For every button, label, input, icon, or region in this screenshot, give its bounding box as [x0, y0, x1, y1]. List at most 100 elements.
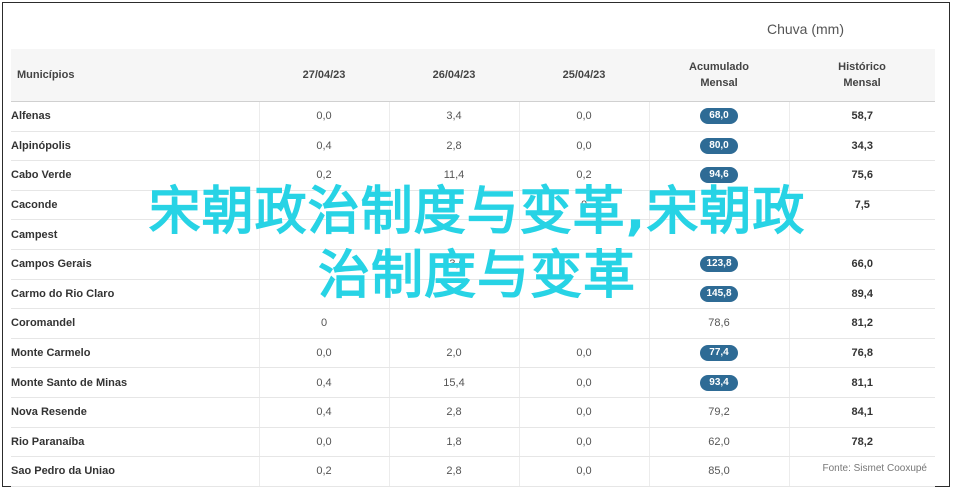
cell-date-1: 0,2 — [258, 456, 389, 487]
cell-date-1: 0,4 — [258, 131, 389, 162]
cell-date-2: 2,8 — [388, 131, 519, 162]
cell-municipio: Nova Resende — [11, 397, 259, 428]
cell-date-1: 0,2 — [258, 160, 389, 191]
cell-acumulado: 62,0 — [648, 427, 789, 458]
cell-municipio: Sao Pedro da Uniao — [11, 456, 259, 487]
cell-date-1: 0 — [258, 308, 389, 339]
cell-date-1: 0,0 — [258, 101, 389, 132]
table-header-row: Municípios 27/04/23 26/04/23 25/04/23 Ac… — [11, 49, 935, 102]
header-historico-line1: Histórico — [838, 61, 886, 73]
table-row: Nova Resende 0,4 2,8 0,0 79,2 84,1 — [11, 397, 935, 428]
cell-date-3: 0,0 — [518, 131, 649, 162]
cell-date-2: 3,4 — [388, 101, 519, 132]
table-row: Campos Gerais 13,0 123,8 66,0 — [11, 249, 935, 280]
cell-date-3: 0,2 — [518, 160, 649, 191]
cell-acumulado: 68,0 — [648, 101, 789, 132]
cell-date-3 — [518, 219, 649, 250]
cell-date-2 — [388, 279, 519, 310]
cell-acumulado: 94,6 — [648, 160, 789, 191]
header-acumulado: Acumulado Mensal — [649, 49, 789, 102]
acumulado-badge: 123,8 — [700, 256, 738, 273]
cell-date-3: 0,0 — [518, 456, 649, 487]
cell-date-2 — [388, 190, 519, 221]
cell-date-1 — [258, 219, 389, 250]
cell-municipio: Coromandel — [11, 308, 259, 339]
cell-acumulado: 85,0 — [648, 456, 789, 487]
table-row: Caconde 0 7,5 — [11, 190, 935, 221]
cell-historico: 34,3 — [788, 131, 935, 162]
cell-date-1 — [258, 249, 389, 280]
cell-date-1: 0,4 — [258, 367, 389, 398]
source-note: Fonte: Sismet Cooxupé — [822, 463, 928, 474]
table-row: Alpinópolis 0,4 2,8 0,0 80,0 34,3 — [11, 131, 935, 162]
acumulado-badge: 80,0 — [700, 137, 738, 154]
cell-date-2: 2,0 — [388, 338, 519, 369]
acumulado-badge: 145,8 — [700, 285, 738, 302]
cell-date-2: 13,0 — [388, 249, 519, 280]
table-row: Coromandel 0 78,6 81,2 — [11, 308, 935, 339]
cell-date-2: 2,8 — [388, 456, 519, 487]
cell-historico: 58,7 — [788, 101, 935, 132]
cell-date-1: 0,4 — [258, 397, 389, 428]
cell-date-2: 11,4 — [388, 160, 519, 191]
table-row: Cabo Verde 0,2 11,4 0,2 94,6 75,6 — [11, 160, 935, 191]
cell-historico: 89,4 — [788, 279, 935, 310]
table-row: Campest — [11, 219, 935, 250]
cell-municipio: Cabo Verde — [11, 160, 259, 191]
cell-date-3: 0,0 — [518, 427, 649, 458]
header-date-3: 25/04/23 — [519, 49, 649, 102]
cell-date-3 — [518, 249, 649, 280]
cell-date-3: 0,0 — [518, 397, 649, 428]
cell-date-3 — [518, 279, 649, 310]
cell-acumulado: 80,0 — [648, 131, 789, 162]
header-municipios: Municípios — [11, 49, 259, 102]
chart-frame: Chuva (mm) Municípios 27/04/23 26/04/23 … — [2, 2, 950, 487]
cell-date-2 — [388, 308, 519, 339]
cell-historico — [788, 219, 935, 250]
cell-acumulado: 77,4 — [648, 338, 789, 369]
cell-acumulado: 145,8 — [648, 279, 789, 310]
table-body: Alfenas 0,0 3,4 0,0 68,0 58,7 Alpinópolis 0,4 2,… — [11, 101, 935, 487]
header-acumulado-line2: Mensal — [700, 77, 738, 89]
cell-date-1 — [258, 190, 389, 221]
cell-municipio: Alfenas — [11, 101, 259, 132]
cell-acumulado: 123,8 — [648, 249, 789, 280]
cell-acumulado — [648, 219, 789, 250]
cell-historico: 75,6 — [788, 160, 935, 191]
cell-municipio: Campest — [11, 219, 259, 250]
header-historico-line2: Mensal — [843, 77, 881, 89]
table-row: Monte Santo de Minas 0,4 15,4 0,0 93,4 81,1 — [11, 367, 935, 398]
cell-acumulado: 93,4 — [648, 367, 789, 398]
cell-municipio: Monte Santo de Minas — [11, 367, 259, 398]
cell-date-2: 1,8 — [388, 427, 519, 458]
cell-date-3: 0,0 — [518, 101, 649, 132]
cell-historico: 84,1 — [788, 397, 935, 428]
header-date-2: 26/04/23 — [389, 49, 519, 102]
table-row: Rio Paranaíba 0,0 1,8 0,0 62,0 78,2 — [11, 427, 935, 458]
rainfall-table: Municípios 27/04/23 26/04/23 25/04/23 Ac… — [11, 49, 935, 487]
cell-date-3: 0,0 — [518, 338, 649, 369]
acumulado-badge: 94,6 — [700, 167, 738, 184]
cell-date-2: 15,4 — [388, 367, 519, 398]
cell-date-1 — [258, 279, 389, 310]
table-row: Sao Pedro da Uniao 0,2 2,8 0,0 85,0 — [11, 456, 935, 487]
acumulado-badge: 68,0 — [700, 108, 738, 125]
cell-municipio: Caconde — [11, 190, 259, 221]
table-row: Alfenas 0,0 3,4 0,0 68,0 58,7 — [11, 101, 935, 132]
cell-historico: 7,5 — [788, 190, 935, 221]
cell-date-2: 2,8 — [388, 397, 519, 428]
cell-historico: 81,2 — [788, 308, 935, 339]
cell-date-3 — [518, 308, 649, 339]
cell-municipio: Campos Gerais — [11, 249, 259, 280]
table-row: Monte Carmelo 0,0 2,0 0,0 77,4 76,8 — [11, 338, 935, 369]
cell-municipio: Carmo do Rio Claro — [11, 279, 259, 310]
cell-date-1: 0,0 — [258, 338, 389, 369]
cell-acumulado: 79,2 — [648, 397, 789, 428]
cell-acumulado: 78,6 — [648, 308, 789, 339]
cell-historico: 66,0 — [788, 249, 935, 280]
cell-date-1: 0,0 — [258, 427, 389, 458]
acumulado-badge: 93,4 — [700, 374, 738, 391]
cell-date-2 — [388, 219, 519, 250]
cell-municipio: Monte Carmelo — [11, 338, 259, 369]
cell-historico: 78,2 — [788, 427, 935, 458]
